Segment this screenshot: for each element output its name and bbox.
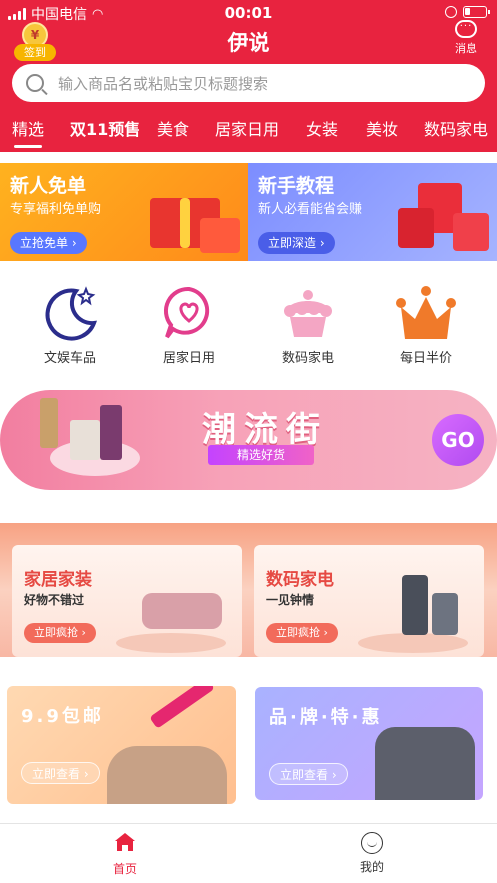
- view-now-button[interactable]: 立即查看 ›: [21, 762, 100, 784]
- status-right: [445, 6, 490, 18]
- search-input[interactable]: 输入商品名或粘贴宝贝标题搜索: [12, 64, 485, 102]
- category-home-daily[interactable]: 居家日用: [139, 283, 239, 366]
- promo-subtitle: 专享福利免单购: [10, 202, 102, 217]
- tab-digital-appliances[interactable]: 数码家电: [424, 112, 488, 148]
- message-button[interactable]: ··· 消息: [451, 20, 481, 56]
- go-button[interactable]: GO: [432, 414, 484, 466]
- header: 中国电信 ◠ 00:01 ¥ 签到 伊说 ··· 消息 输入商品名或粘贴宝贝标题…: [0, 0, 497, 152]
- status-time: 00:01: [224, 4, 273, 22]
- trend-title: 潮流街: [202, 410, 328, 450]
- category-label: 居家日用: [162, 351, 215, 366]
- tab-label: 首页: [112, 862, 137, 876]
- promo-title: 新手教程: [258, 175, 335, 197]
- tab-women-clothing[interactable]: 女装: [306, 112, 338, 148]
- tab-featured[interactable]: 精选: [12, 112, 44, 148]
- red-envelope-image: [453, 213, 489, 251]
- promo-subtitle: 新人必看能省会赚: [258, 202, 363, 217]
- card-subtitle: 一见钟情: [266, 593, 315, 607]
- tab-label: 我的: [359, 860, 384, 874]
- people-image: [107, 746, 227, 804]
- new-user-free-banner[interactable]: 新人免单 专享福利免单购 立抢免单 ›: [0, 163, 248, 261]
- bedding-image: [142, 593, 222, 629]
- category-label: 数码家电: [281, 351, 334, 366]
- home-icon: [115, 833, 135, 851]
- cupcake-icon: [284, 290, 332, 337]
- home-digital-section: 家居家装 好物不错过 立即疯抢 › 数码家电 一见钟情 立即疯抢 ›: [0, 523, 497, 657]
- red-envelope-image: [398, 208, 434, 248]
- newbie-tutorial-banner[interactable]: 新手教程 新人必看能省会赚 立即深造 ›: [248, 163, 497, 261]
- rush-buy-button[interactable]: 立即疯抢 ›: [266, 623, 338, 643]
- smiley-icon: [361, 832, 383, 854]
- category-digital-appliances[interactable]: 数码家电: [258, 283, 358, 366]
- tab-beauty[interactable]: 美妆: [366, 112, 398, 148]
- grab-free-button[interactable]: 立抢免单 ›: [10, 232, 87, 254]
- orientation-lock-icon: [445, 6, 457, 18]
- card-title: 9.9包邮: [21, 706, 104, 727]
- search-placeholder: 输入商品名或粘贴宝贝标题搜索: [58, 74, 269, 93]
- card-subtitle: 好物不错过: [24, 593, 85, 607]
- battery-icon: [463, 6, 490, 18]
- cosmetic-bottle-image: [100, 405, 122, 460]
- washer-image: [432, 593, 458, 635]
- rush-buy-button[interactable]: 立即疯抢 ›: [24, 623, 96, 643]
- gift-ribbon: [180, 198, 190, 248]
- home-decor-card[interactable]: 家居家装 好物不错过 立即疯抢 ›: [12, 545, 242, 657]
- chat-heart-icon: [163, 286, 210, 339]
- category-daily-half-price[interactable]: 每日半价: [376, 283, 476, 366]
- card-title: 家居家装: [24, 570, 92, 590]
- blanket-image: [375, 727, 475, 800]
- product-stage: [358, 633, 468, 653]
- cosmetic-bottle-image: [70, 420, 100, 460]
- category-tabs: 精选 双11预售 美食 居家日用 女装 美妆 数码家电: [0, 112, 497, 152]
- search-icon: [26, 74, 44, 92]
- digital-appliances-card[interactable]: 数码家电 一见钟情 立即疯抢 ›: [254, 545, 484, 657]
- card-title: 数码家电: [266, 570, 334, 590]
- tab-mine[interactable]: 我的: [342, 832, 402, 875]
- product-stage: [116, 633, 226, 653]
- category-label: 每日半价: [399, 351, 452, 366]
- trend-subtitle: 精选好货: [208, 445, 314, 465]
- trend-street-banner[interactable]: 潮流街 精选好货 GO: [0, 390, 497, 490]
- card-title: 品·牌·特·惠: [269, 707, 383, 728]
- bottom-tab-bar: 首页 我的: [0, 823, 497, 883]
- category-label: 文娱车品: [43, 351, 96, 366]
- crown-icon: [396, 286, 456, 339]
- chat-bubble-icon: ···: [455, 20, 477, 38]
- cosmetic-bottle-image: [40, 398, 58, 448]
- promo-title: 新人免单: [10, 175, 87, 197]
- tab-home-daily[interactable]: 居家日用: [215, 112, 279, 148]
- fridge-image: [402, 575, 428, 635]
- moon-star-icon: [45, 286, 98, 341]
- message-label: 消息: [455, 42, 477, 55]
- brand-sale-card[interactable]: 品·牌·特·惠 立即查看 ›: [255, 687, 483, 800]
- free-shipping-99-card[interactable]: 9.9包邮 立即查看 ›: [7, 686, 236, 804]
- view-now-button[interactable]: 立即查看 ›: [269, 763, 348, 785]
- category-grid: 文娱车品 居家日用 数码家电 每日半价: [0, 283, 497, 366]
- status-bar: 中国电信 ◠ 00:01: [0, 0, 497, 26]
- learn-now-button[interactable]: 立即深造 ›: [258, 232, 335, 254]
- tab-double11-presale[interactable]: 双11预售: [70, 112, 140, 148]
- tab-food[interactable]: 美食: [157, 112, 189, 148]
- category-entertainment-car[interactable]: 文娱车品: [20, 283, 120, 366]
- tab-home[interactable]: 首页: [95, 832, 155, 877]
- skateboard-image: [149, 686, 215, 729]
- gift-box-small: [200, 218, 240, 253]
- page-title: 伊说: [227, 31, 270, 55]
